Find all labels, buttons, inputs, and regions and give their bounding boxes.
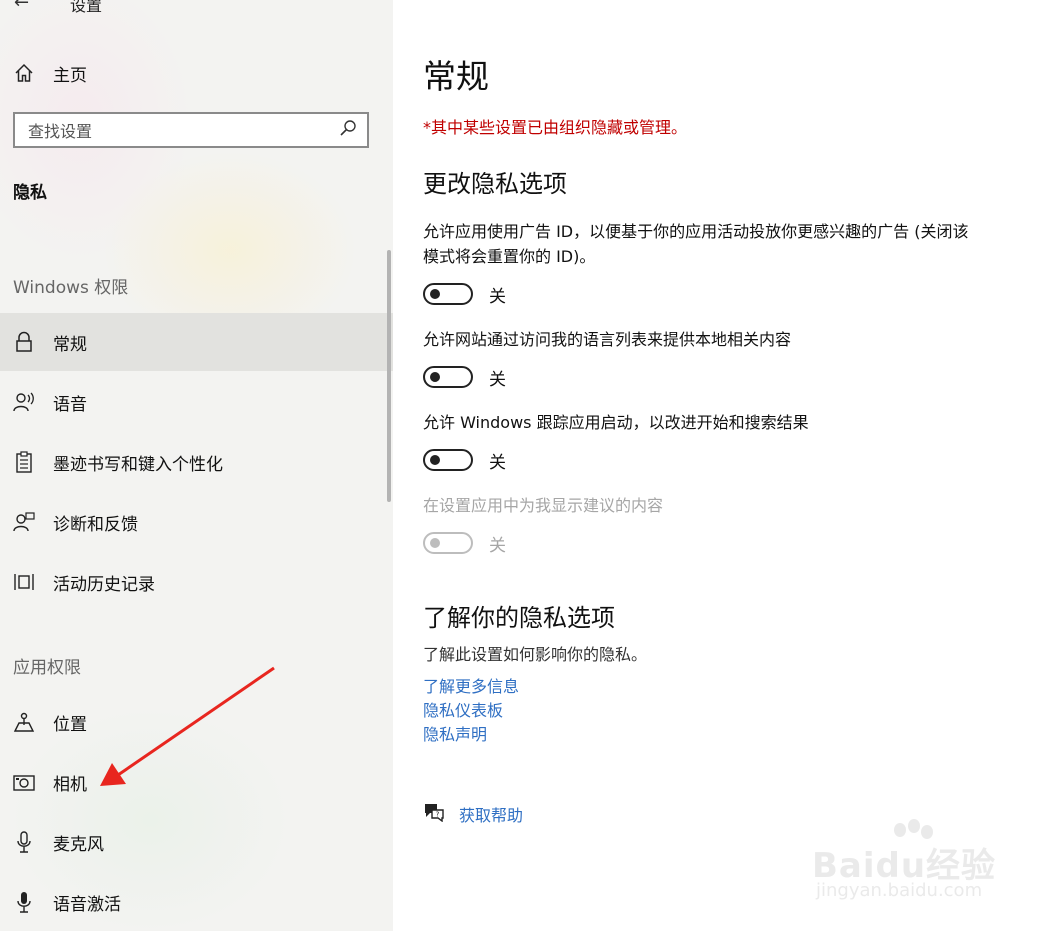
sidebar-item-label: 常规 [53,334,87,355]
microphone-icon [13,831,35,853]
watermark-url: jingyan.baidu.com [816,880,983,901]
speech-icon [13,391,35,413]
suggested-content-toggle [423,532,473,554]
toggle-knob [430,289,440,299]
camera-icon [13,771,35,793]
search-input[interactable]: 查找设置 [13,112,369,148]
search-placeholder: 查找设置 [28,122,93,141]
toggle-knob [430,538,440,548]
section-heading-learn: 了解你的隐私选项 [423,604,615,632]
sidebar-item-home[interactable]: 主页 [0,44,393,102]
sidebar-item-label: 墨迹书写和键入个性化 [53,454,223,475]
link-learn-more[interactable]: 了解更多信息 [423,673,519,697]
search-icon[interactable] [339,119,357,141]
advertising-id-toggle[interactable] [423,283,473,305]
toggle-knob [430,372,440,382]
get-help-row[interactable]: ? 获取帮助 [423,802,523,826]
sidebar-item-label: 诊断和反馈 [53,514,138,535]
sidebar-item-diagnostics[interactable]: 诊断和反馈 [0,493,393,551]
toggle-state-label: 关 [489,369,506,390]
voice-activation-icon [13,891,35,913]
sidebar-item-voice-activation[interactable]: 语音激活 [0,873,393,931]
sidebar-item-general[interactable]: 常规 [0,313,393,371]
setting-language-list-label: 允许网站通过访问我的语言列表来提供本地相关内容 [423,330,792,349]
app-launch-tracking-toggle[interactable] [423,449,473,471]
toggle-knob [430,455,440,465]
setting-language-list-row: 关 [423,364,506,390]
link-privacy-dashboard[interactable]: 隐私仪表板 [423,697,503,721]
setting-app-launch-tracking-row: 关 [423,447,506,473]
back-button[interactable]: ← [14,0,40,14]
page-title: 常规 [423,57,489,96]
sidebar-item-activity-history[interactable]: 活动历史记录 [0,553,393,611]
sidebar-item-label: 语音激活 [53,894,121,915]
lock-icon [13,331,35,353]
setting-advertising-id-row: 关 [423,281,506,307]
group-label-app-permissions: 应用权限 [13,658,81,678]
baidu-watermark: Baidu经验 jingyan.baidu.com [812,818,1012,913]
setting-advertising-id-label: 允许应用使用广告 ID，以便基于你的应用活动投放你更感兴趣的广告 (关闭该模式将… [423,222,969,266]
toggle-state-label: 关 [489,452,506,473]
feedback-icon [13,511,35,533]
sidebar-item-label: 相机 [53,774,87,795]
link-privacy-statement[interactable]: 隐私声明 [423,721,487,745]
group-label-windows-permissions: Windows 权限 [13,278,129,298]
section-title: 隐私 [13,183,47,203]
setting-suggested-content-row: 关 [423,530,506,556]
sidebar-item-label: 位置 [53,714,87,735]
section-heading-change: 更改隐私选项 [423,170,567,198]
sidebar-scrollbar[interactable] [387,250,391,502]
sidebar-item-speech[interactable]: 语音 [0,373,393,431]
home-icon [13,62,35,84]
svg-text:?: ? [436,811,440,819]
sidebar: ← 设置 主页 查找设置 隐私 Windows 权限 常规 语音 墨迹书写和键入… [0,0,393,931]
sidebar-item-inking[interactable]: 墨迹书写和键入个性化 [0,433,393,491]
language-list-toggle[interactable] [423,366,473,388]
setting-suggested-content-label: 在设置应用中为我显示建议的内容 [423,496,664,515]
sidebar-item-label: 主页 [53,65,87,86]
setting-app-launch-tracking-label: 允许 Windows 跟踪应用启动，以改进开始和搜索结果 [423,413,809,432]
toggle-state-label: 关 [489,286,506,307]
help-chat-icon: ? [423,802,445,826]
sidebar-item-microphone[interactable]: 麦克风 [0,813,393,871]
window-title: 设置 [70,0,103,15]
sidebar-item-label: 语音 [53,394,87,415]
main-content: 常规 *其中某些设置已由组织隐藏或管理。 更改隐私选项 允许应用使用广告 ID，… [393,0,1061,931]
managed-notice: *其中某些设置已由组织隐藏或管理。 [423,118,688,137]
toggle-state-label: 关 [489,535,506,556]
sidebar-item-location[interactable]: 位置 [0,693,393,751]
inking-icon [13,451,35,473]
location-icon [13,711,35,733]
activity-history-icon [13,571,35,593]
get-help-link[interactable]: 获取帮助 [459,802,523,826]
sidebar-item-label: 麦克风 [53,834,104,855]
back-arrow-icon: ← [14,0,30,13]
sidebar-item-label: 活动历史记录 [53,574,155,595]
sidebar-item-camera[interactable]: 相机 [0,753,393,811]
learn-description: 了解此设置如何影响你的隐私。 [423,645,648,664]
